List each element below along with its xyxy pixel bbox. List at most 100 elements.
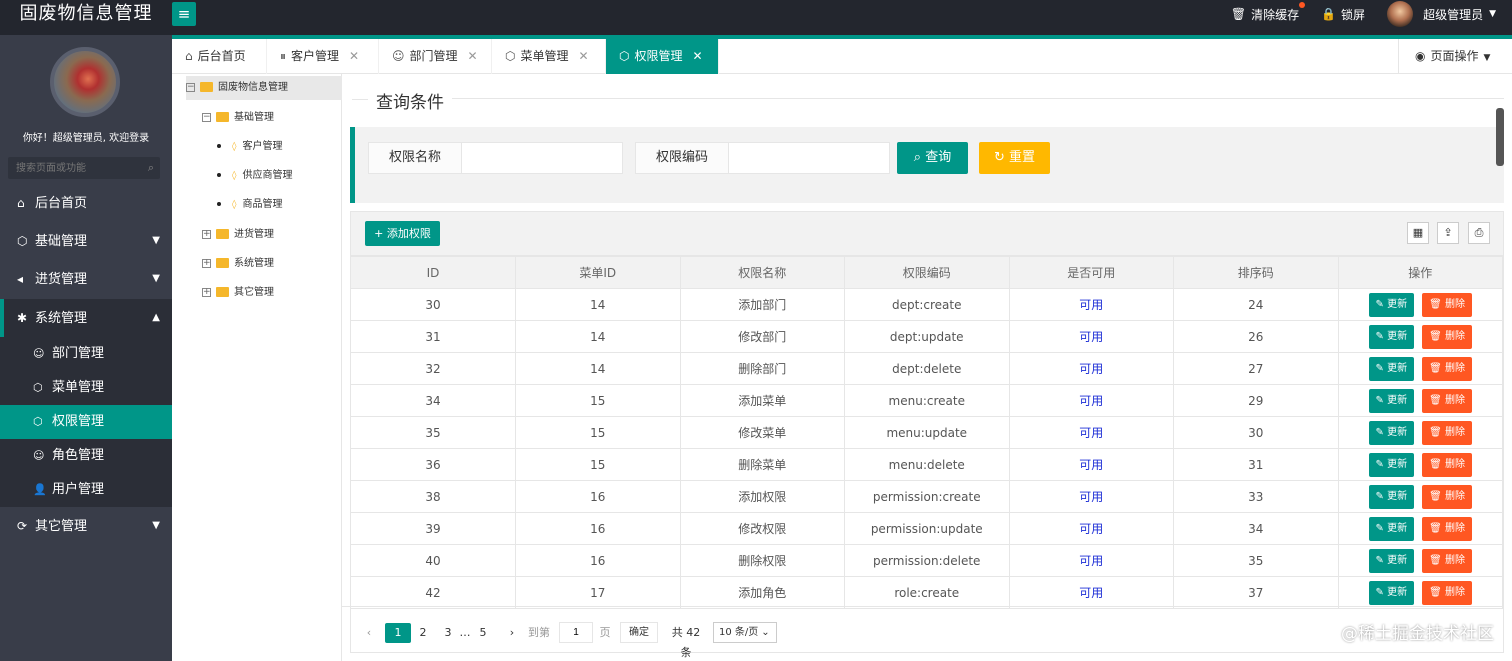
sidebar-sub-permission[interactable]: ⬡ 权限管理 <box>0 405 172 439</box>
cube-icon: ⬡ <box>33 415 43 428</box>
table-cell: 15 <box>515 384 681 417</box>
tree-node-system[interactable]: + 系统管理 <box>202 252 274 276</box>
goto-confirm-button[interactable]: 确定 <box>620 622 658 643</box>
row-actions: ✎ 更新 🗑 删除 <box>1337 320 1503 353</box>
table-cell: 修改菜单 <box>679 416 845 449</box>
update-button[interactable]: ✎ 更新 <box>1368 420 1415 445</box>
reset-button[interactable]: ↻ 重置 <box>979 142 1050 174</box>
update-button[interactable]: ✎ 更新 <box>1368 356 1415 381</box>
permission-name-input[interactable] <box>462 143 622 173</box>
search-button[interactable]: ⌕ 查询 <box>897 142 968 174</box>
page-number[interactable]: 5 <box>475 623 491 643</box>
close-icon[interactable]: ✕ <box>693 49 703 63</box>
update-button[interactable]: ✎ 更新 <box>1368 516 1415 541</box>
tab-permission[interactable]: ⬡ 权限管理 ✕ <box>606 39 719 74</box>
tab-dept[interactable]: ☺ 部门管理 ✕ <box>379 39 492 74</box>
sidebar-search-input[interactable] <box>8 157 136 179</box>
row-actions: ✎ 更新 🗑 删除 <box>1337 448 1503 481</box>
collapse-icon[interactable]: − <box>186 82 195 92</box>
next-page-icon[interactable]: › <box>503 623 521 643</box>
user-menu[interactable]: 超级管理员 ▼ <box>1387 1 1496 27</box>
delete-label: 删除 <box>1444 362 1465 374</box>
columns-filter-icon[interactable]: ▦ <box>1407 222 1429 244</box>
delete-button[interactable]: 🗑 删除 <box>1422 484 1472 509</box>
menu-toggle-button[interactable]: ≡ <box>172 2 196 26</box>
expand-icon[interactable]: + <box>202 287 211 297</box>
tree-node-goods[interactable]: ◊ 商品管理 <box>217 193 282 217</box>
page-operations-dropdown[interactable]: ◉ 页面操作 ▼ <box>1398 39 1512 74</box>
delete-button[interactable]: 🗑 删除 <box>1422 420 1472 445</box>
clear-cache-button[interactable]: 🗑 清除缓存 <box>1231 1 1306 23</box>
sidebar-sub-user[interactable]: 👤 用户管理 <box>0 473 172 507</box>
delete-button[interactable]: 🗑 删除 <box>1422 324 1472 349</box>
column-header[interactable]: 权限编码 <box>844 256 1010 289</box>
tree-node-supplier[interactable]: ◊ 供应商管理 <box>217 164 292 188</box>
close-icon[interactable]: ✕ <box>468 49 478 63</box>
update-button[interactable]: ✎ 更新 <box>1368 292 1415 317</box>
main-scrollbar[interactable] <box>1496 108 1504 166</box>
tab-home[interactable]: ⌂ 后台首页 <box>172 39 267 74</box>
add-permission-button[interactable]: + 添加权限 <box>365 221 440 246</box>
table-cell: 修改部门 <box>679 320 845 353</box>
print-icon[interactable]: ⎙ <box>1468 222 1490 244</box>
close-icon[interactable]: ✕ <box>349 49 359 63</box>
export-icon[interactable]: ⇪ <box>1437 222 1459 244</box>
update-button[interactable]: ✎ 更新 <box>1368 452 1415 477</box>
page-number[interactable]: 1 <box>385 623 411 643</box>
update-button[interactable]: ✎ 更新 <box>1368 484 1415 509</box>
delete-button[interactable]: 🗑 删除 <box>1422 548 1472 573</box>
tree-node-purchase[interactable]: + 进货管理 <box>202 223 274 247</box>
sidebar-sub-role[interactable]: ☺ 角色管理 <box>0 439 172 473</box>
tree-node-customer[interactable]: ◊ 客户管理 <box>217 135 282 159</box>
caret-down-icon: ▼ <box>152 273 160 284</box>
sidebar-item-purchase[interactable]: ◂ 进货管理 ▼ <box>0 260 172 298</box>
permission-code-input[interactable] <box>729 143 889 173</box>
tree-node-root[interactable]: − 固废物信息管理 <box>186 76 343 100</box>
column-header[interactable]: ID <box>351 256 516 289</box>
column-header[interactable]: 菜单ID <box>515 256 681 289</box>
update-button[interactable]: ✎ 更新 <box>1368 580 1415 605</box>
sidebar: 你好！超级管理员, 欢迎登录 ⌕ ⌂ 后台首页 ⬡ 基础管理 ▼ ◂ 进货管理 ▼ ✱ 系统… <box>0 35 172 661</box>
table-cell: 可用 <box>1008 480 1174 513</box>
cube-icon: ⬡ <box>619 49 630 63</box>
column-header[interactable]: 是否可用 <box>1008 256 1174 289</box>
delete-button[interactable]: 🗑 删除 <box>1422 388 1472 413</box>
sidebar-item-home[interactable]: ⌂ 后台首页 <box>0 184 172 222</box>
delete-button[interactable]: 🗑 删除 <box>1422 356 1472 381</box>
update-button[interactable]: ✎ 更新 <box>1368 388 1415 413</box>
sidebar-sub-dept[interactable]: ☺ 部门管理 <box>0 337 172 371</box>
page-size-select[interactable]: 10 条/页 ⌄ <box>713 622 777 643</box>
column-header[interactable]: 排序码 <box>1173 256 1339 289</box>
tree-node-basic[interactable]: − 基础管理 <box>202 106 274 130</box>
sidebar-item-basic[interactable]: ⬡ 基础管理 ▼ <box>0 222 172 260</box>
prev-page-icon[interactable]: ‹ <box>360 623 378 643</box>
sidebar-item-other[interactable]: ⟳ 其它管理 ▼ <box>0 507 172 545</box>
column-header[interactable]: 权限名称 <box>679 256 845 289</box>
expand-icon[interactable]: + <box>202 229 211 239</box>
delete-button[interactable]: 🗑 删除 <box>1422 292 1472 317</box>
tab-menu[interactable]: ⬡ 菜单管理 ✕ <box>492 39 606 74</box>
delete-button[interactable]: 🗑 删除 <box>1422 580 1472 605</box>
tree-node-other[interactable]: + 其它管理 <box>202 281 274 305</box>
page-number[interactable]: 2 <box>415 623 431 643</box>
collapse-icon[interactable]: − <box>202 112 211 122</box>
sidebar-item-system[interactable]: ✱ 系统管理 ▲ <box>0 299 172 337</box>
lock-screen-button[interactable]: 🔒 锁屏 <box>1321 6 1365 23</box>
delete-button[interactable]: 🗑 删除 <box>1422 452 1472 477</box>
sidebar-sub-menu[interactable]: ⬡ 菜单管理 <box>0 371 172 405</box>
table-row: 31 14 修改部门 dept:update 可用 26 ✎ 更新 🗑 删除 <box>351 320 1503 353</box>
expand-icon[interactable]: + <box>202 258 211 268</box>
leaf-icon: ◊ <box>232 142 237 152</box>
table-cell: 26 <box>1173 320 1339 353</box>
update-button[interactable]: ✎ 更新 <box>1368 324 1415 349</box>
page-number[interactable]: 3 <box>440 623 456 643</box>
goto-page-input[interactable] <box>559 622 593 643</box>
tab-customer[interactable]: ⏸ 客户管理 ✕ <box>267 39 379 74</box>
close-icon[interactable]: ✕ <box>579 49 589 63</box>
search-icon[interactable]: ⌕ <box>148 161 154 175</box>
person-icon: ☺ <box>33 347 45 360</box>
update-button[interactable]: ✎ 更新 <box>1368 548 1415 573</box>
delete-button[interactable]: 🗑 删除 <box>1422 516 1472 541</box>
table-cell: 35 <box>351 416 516 449</box>
pencil-icon: ✎ <box>1375 490 1384 502</box>
